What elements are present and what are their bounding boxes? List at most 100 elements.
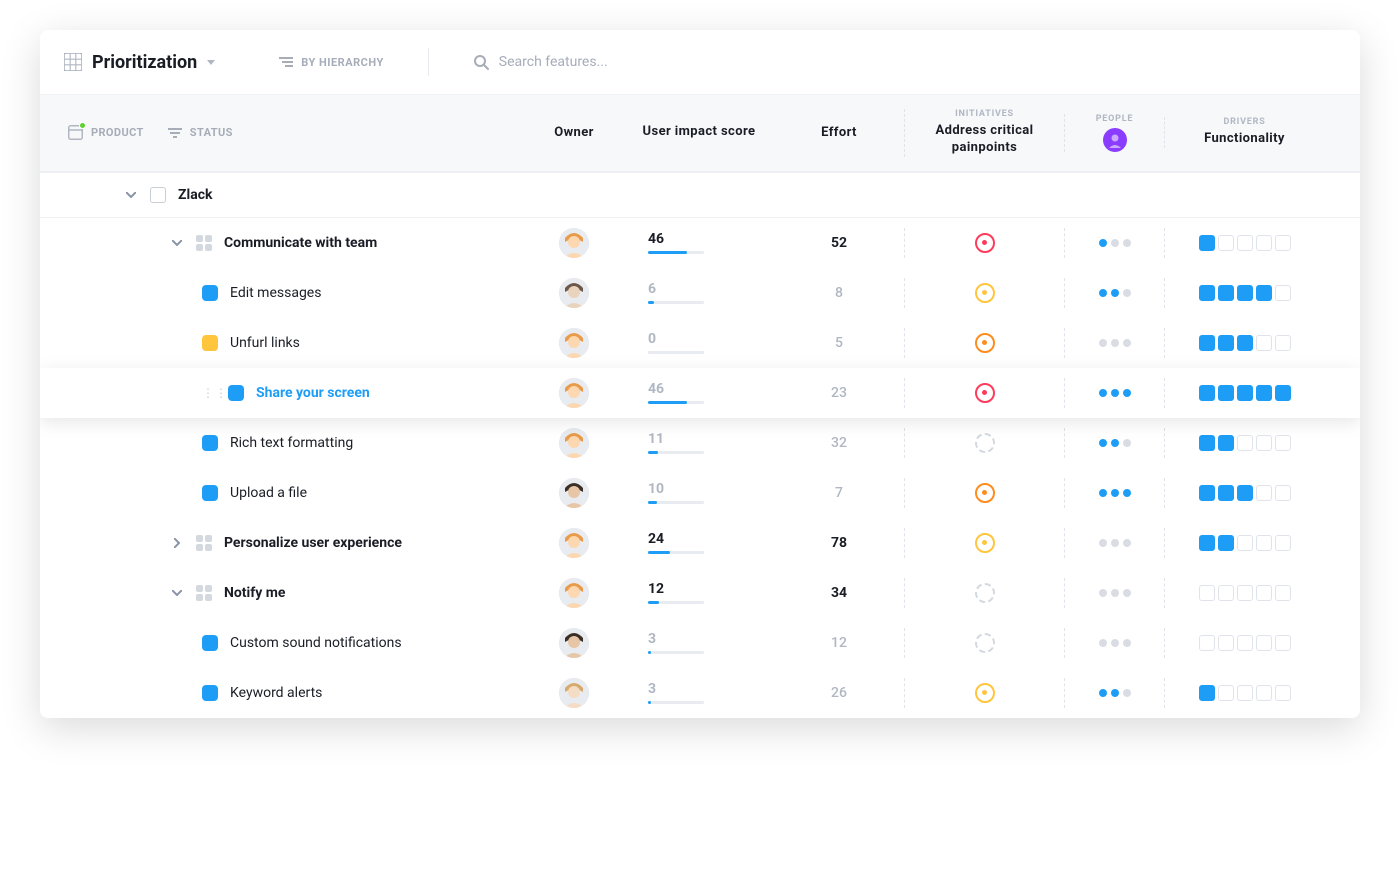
people-cell[interactable] bbox=[1064, 428, 1164, 458]
search-input[interactable]: Search features... bbox=[473, 54, 1336, 70]
effort-cell[interactable]: 32 bbox=[774, 435, 904, 451]
view-selector[interactable]: Prioritization bbox=[64, 52, 215, 73]
owner-avatar[interactable] bbox=[559, 278, 589, 308]
search-icon bbox=[473, 54, 489, 70]
impact-cell[interactable]: 0 bbox=[624, 331, 774, 354]
product-row[interactable]: Zlack bbox=[40, 172, 1360, 218]
owner-avatar[interactable] bbox=[559, 628, 589, 658]
people-cell[interactable] bbox=[1064, 478, 1164, 508]
people-cell[interactable] bbox=[1064, 378, 1164, 408]
impact-cell[interactable]: 10 bbox=[624, 481, 774, 504]
effort-cell[interactable]: 52 bbox=[774, 235, 904, 251]
effort-cell[interactable]: 34 bbox=[774, 585, 904, 601]
driver-cell[interactable] bbox=[1164, 528, 1324, 558]
driver-cell[interactable] bbox=[1164, 678, 1324, 708]
divider bbox=[428, 48, 429, 76]
initiative-cell[interactable] bbox=[904, 478, 1064, 508]
chevron-right-icon[interactable] bbox=[170, 538, 184, 548]
people-cell[interactable] bbox=[1064, 628, 1164, 658]
people-cell[interactable] bbox=[1064, 528, 1164, 558]
initiative-cell[interactable] bbox=[904, 678, 1064, 708]
feature-row[interactable]: Custom sound notifications 312 bbox=[40, 618, 1360, 668]
status-filter[interactable]: STATUS bbox=[168, 126, 233, 139]
driver-cell[interactable] bbox=[1164, 228, 1324, 258]
chevron-down-icon[interactable] bbox=[170, 590, 184, 596]
col-initiatives[interactable]: INITIATIVES Address critical painpoints bbox=[904, 109, 1064, 157]
driver-cell[interactable] bbox=[1164, 378, 1324, 408]
impact-cell[interactable]: 3 bbox=[624, 681, 774, 704]
impact-cell[interactable]: 3 bbox=[624, 631, 774, 654]
group-row[interactable]: Personalize user experience2478 bbox=[40, 518, 1360, 568]
owner-avatar[interactable] bbox=[559, 378, 589, 408]
impact-cell[interactable]: 12 bbox=[624, 581, 774, 604]
effort-cell[interactable]: 12 bbox=[774, 635, 904, 651]
feature-row[interactable]: Unfurl links05 bbox=[40, 318, 1360, 368]
initiative-cell[interactable] bbox=[904, 228, 1064, 258]
chevron-down-icon[interactable] bbox=[170, 240, 184, 246]
effort-cell[interactable]: 7 bbox=[774, 485, 904, 501]
feature-row[interactable]: Upload a file107 bbox=[40, 468, 1360, 518]
row-name: Share your screen bbox=[256, 385, 370, 401]
product-filter[interactable]: PRODUCT bbox=[68, 125, 144, 140]
col-owner[interactable]: Owner bbox=[524, 125, 624, 140]
chevron-down-icon[interactable] bbox=[124, 192, 138, 198]
row-name: Custom sound notifications bbox=[230, 635, 402, 651]
driver-cell[interactable] bbox=[1164, 478, 1324, 508]
drag-handle-icon[interactable]: ⋮⋮ bbox=[202, 386, 216, 400]
people-cell[interactable] bbox=[1064, 328, 1164, 358]
view-title: Prioritization bbox=[92, 52, 197, 73]
row-name: Rich text formatting bbox=[230, 435, 353, 451]
driver-box bbox=[1256, 285, 1272, 301]
people-cell[interactable] bbox=[1064, 278, 1164, 308]
group-row[interactable]: Notify me1234 bbox=[40, 568, 1360, 618]
initiative-cell[interactable] bbox=[904, 278, 1064, 308]
people-dot bbox=[1111, 289, 1119, 297]
initiative-cell[interactable] bbox=[904, 528, 1064, 558]
owner-avatar[interactable] bbox=[559, 228, 589, 258]
people-cell[interactable] bbox=[1064, 578, 1164, 608]
owner-avatar[interactable] bbox=[559, 478, 589, 508]
impact-cell[interactable]: 6 bbox=[624, 281, 774, 304]
feature-row[interactable]: Keyword alerts326 bbox=[40, 668, 1360, 718]
effort-cell[interactable]: 5 bbox=[774, 335, 904, 351]
owner-avatar[interactable] bbox=[559, 578, 589, 608]
driver-cell[interactable] bbox=[1164, 628, 1324, 658]
group-row[interactable]: Communicate with team4652 bbox=[40, 218, 1360, 268]
effort-cell[interactable]: 23 bbox=[774, 385, 904, 401]
initiative-cell[interactable] bbox=[904, 628, 1064, 658]
owner-avatar[interactable] bbox=[559, 428, 589, 458]
initiative-cell[interactable] bbox=[904, 328, 1064, 358]
driver-box bbox=[1199, 685, 1215, 701]
people-cell[interactable] bbox=[1064, 678, 1164, 708]
col-effort[interactable]: Effort bbox=[774, 125, 904, 140]
driver-cell[interactable] bbox=[1164, 428, 1324, 458]
effort-cell[interactable]: 26 bbox=[774, 685, 904, 701]
owner-avatar[interactable] bbox=[559, 678, 589, 708]
initiative-cell[interactable] bbox=[904, 578, 1064, 608]
driver-box bbox=[1237, 685, 1253, 701]
owner-avatar[interactable] bbox=[559, 328, 589, 358]
col-impact[interactable]: User impact score bbox=[624, 124, 774, 141]
driver-cell[interactable] bbox=[1164, 328, 1324, 358]
feature-row[interactable]: ⋮⋮ Share your screen 4623 bbox=[40, 368, 1360, 418]
sort-button[interactable]: BY HIERARCHY bbox=[279, 56, 384, 69]
impact-cell[interactable]: 24 bbox=[624, 531, 774, 554]
driver-cell[interactable] bbox=[1164, 278, 1324, 308]
impact-cell[interactable]: 46 bbox=[624, 231, 774, 254]
feature-row[interactable]: Edit messages68 bbox=[40, 268, 1360, 318]
driver-cell[interactable] bbox=[1164, 578, 1324, 608]
driver-box bbox=[1256, 685, 1272, 701]
people-dot bbox=[1099, 539, 1107, 547]
col-people[interactable]: PEOPLE bbox=[1064, 114, 1164, 152]
feature-row[interactable]: Rich text formatting 1132 bbox=[40, 418, 1360, 468]
impact-cell[interactable]: 11 bbox=[624, 431, 774, 454]
initiative-cell[interactable] bbox=[904, 428, 1064, 458]
driver-box bbox=[1218, 335, 1234, 351]
initiative-cell[interactable] bbox=[904, 378, 1064, 408]
owner-avatar[interactable] bbox=[559, 528, 589, 558]
impact-cell[interactable]: 46 bbox=[624, 381, 774, 404]
effort-cell[interactable]: 78 bbox=[774, 535, 904, 551]
effort-cell[interactable]: 8 bbox=[774, 285, 904, 301]
col-drivers[interactable]: DRIVERS Functionality bbox=[1164, 117, 1324, 148]
people-cell[interactable] bbox=[1064, 228, 1164, 258]
